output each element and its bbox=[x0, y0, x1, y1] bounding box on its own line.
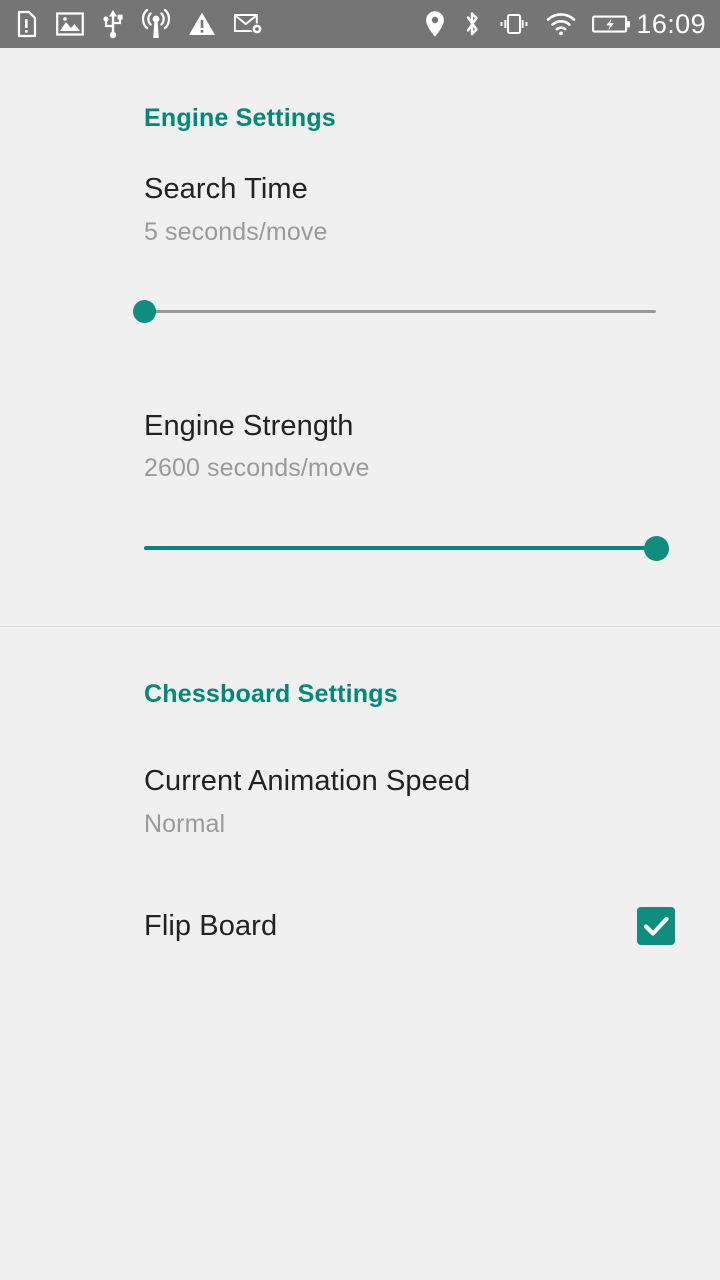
slider-thumb-engine-strength[interactable] bbox=[644, 536, 669, 561]
warning-icon bbox=[188, 11, 216, 37]
broadcast-icon bbox=[142, 9, 170, 39]
battery-charging-icon bbox=[592, 13, 632, 35]
section-divider bbox=[0, 626, 720, 627]
location-pin-icon bbox=[424, 10, 446, 38]
slider-thumb-search-time[interactable] bbox=[133, 300, 156, 323]
section-header-chessboard-settings: Chessboard Settings bbox=[144, 680, 398, 708]
checkbox-flip-board[interactable] bbox=[637, 907, 675, 945]
slider-track-search-time bbox=[144, 310, 656, 313]
status-bar-left-icons bbox=[14, 9, 264, 39]
usb-icon bbox=[102, 9, 124, 39]
status-bar[interactable]: 16:09 bbox=[0, 0, 720, 48]
setting-value-engine-strength: 2600 seconds/move bbox=[144, 454, 370, 482]
slider-engine-strength[interactable] bbox=[132, 526, 669, 570]
setting-value-current-animation-speed: Normal bbox=[144, 810, 226, 838]
setting-title-flip-board[interactable]: Flip Board bbox=[144, 910, 277, 943]
status-bar-clock: 16:09 bbox=[636, 8, 706, 39]
wifi-icon bbox=[546, 12, 576, 36]
setting-title-current-animation-speed[interactable]: Current Animation Speed bbox=[144, 765, 470, 798]
image-icon bbox=[56, 11, 84, 37]
bluetooth-icon bbox=[462, 10, 482, 38]
vibrate-icon bbox=[498, 12, 530, 36]
email-settings-icon bbox=[234, 12, 264, 36]
setting-value-search-time: 5 seconds/move bbox=[144, 218, 328, 246]
setting-title-engine-strength[interactable]: Engine Strength bbox=[144, 410, 353, 443]
section-header-engine-settings: Engine Settings bbox=[144, 104, 336, 132]
settings-screen: Engine Settings Search Time 5 seconds/mo… bbox=[0, 48, 720, 1280]
slider-fill-engine-strength bbox=[144, 546, 656, 550]
setting-title-search-time[interactable]: Search Time bbox=[144, 173, 308, 206]
slider-search-time[interactable] bbox=[132, 289, 668, 333]
sim-card-alert-icon bbox=[14, 10, 38, 38]
check-icon bbox=[643, 916, 669, 936]
status-bar-right-icons bbox=[424, 10, 632, 38]
